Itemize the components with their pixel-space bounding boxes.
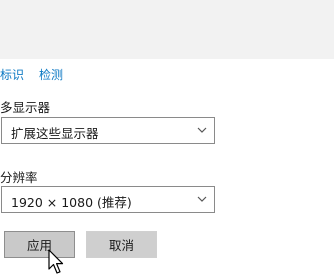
mouse-cursor-icon [48,249,64,274]
cancel-button-label: 取消 [108,238,134,253]
multi-display-label: 多显示器 [0,100,51,115]
multi-display-dropdown[interactable]: 扩展这些显示器 [1,117,215,144]
chevron-down-icon [197,196,207,202]
identify-link[interactable]: 标识 [0,66,24,83]
cancel-button[interactable]: 取消 [86,231,157,258]
detect-link[interactable]: 检测 [39,66,63,83]
resolution-label: 分辨率 [0,170,38,185]
chevron-down-icon [197,127,207,133]
multi-display-selected-value: 扩展这些显示器 [11,126,99,141]
resolution-dropdown[interactable]: 1920 × 1080 (推荐) [1,186,215,213]
display-preview-area [0,0,334,59]
resolution-selected-value: 1920 × 1080 (推荐) [11,195,132,210]
